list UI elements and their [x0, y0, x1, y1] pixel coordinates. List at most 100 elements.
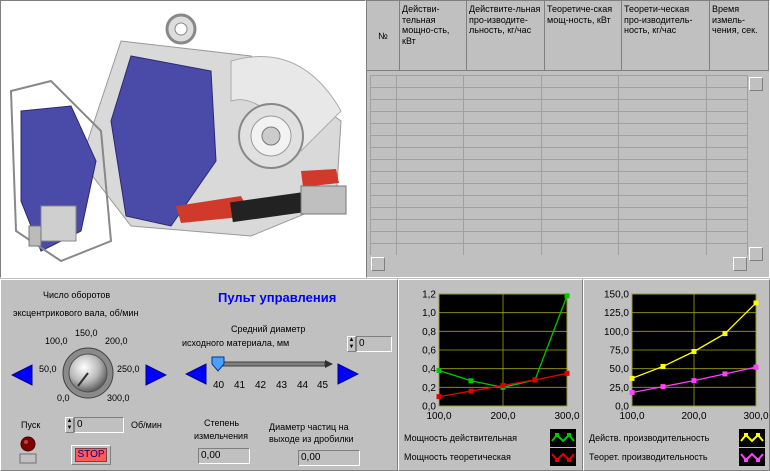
- horizontal-scrollbar[interactable]: [371, 257, 747, 271]
- rpm-spinner[interactable]: ▲ ▼: [65, 417, 74, 433]
- table-cell[interactable]: [618, 159, 708, 172]
- table-cell[interactable]: [706, 123, 748, 136]
- table-row[interactable]: [370, 135, 748, 148]
- table-cell[interactable]: [462, 75, 543, 88]
- table-cell[interactable]: [370, 75, 397, 88]
- table-cell[interactable]: [541, 147, 620, 160]
- slider-decrease-arrow[interactable]: [185, 363, 207, 385]
- table-row[interactable]: [370, 111, 748, 124]
- table-cell[interactable]: [618, 207, 708, 220]
- table-cell[interactable]: [462, 219, 543, 232]
- table-row[interactable]: [370, 231, 748, 244]
- scroll-left-button[interactable]: [371, 257, 385, 271]
- table-cell[interactable]: [395, 183, 465, 196]
- table-cell[interactable]: [541, 75, 620, 88]
- table-cell[interactable]: [370, 243, 397, 255]
- column-header-actual-productivity[interactable]: Действите-льная про-изводите-льность, кг…: [467, 1, 545, 71]
- diameter-spinner[interactable]: ▲ ▼: [347, 336, 356, 352]
- table-cell[interactable]: [462, 147, 543, 160]
- table-cell[interactable]: [395, 111, 465, 124]
- scroll-right-button[interactable]: [733, 257, 747, 271]
- table-cell[interactable]: [618, 147, 708, 160]
- table-cell[interactable]: [395, 147, 465, 160]
- table-cell[interactable]: [541, 123, 620, 136]
- knob-decrease-arrow[interactable]: [11, 364, 33, 386]
- column-header-grinding-time[interactable]: Время измель-чения, сек.: [710, 1, 769, 71]
- table-cell[interactable]: [462, 159, 543, 172]
- table-cell[interactable]: [618, 111, 708, 124]
- column-header-theoretical-productivity[interactable]: Теорети-ческая про-изводитель-ность, кг/…: [622, 1, 710, 71]
- table-row[interactable]: [370, 99, 748, 112]
- table-row[interactable]: [370, 159, 748, 172]
- rpm-knob[interactable]: [61, 346, 115, 400]
- table-cell[interactable]: [395, 219, 465, 232]
- table-cell[interactable]: [618, 171, 708, 184]
- table-row[interactable]: [370, 183, 748, 196]
- table-cell[interactable]: [541, 111, 620, 124]
- table-cell[interactable]: [462, 111, 543, 124]
- table-cell[interactable]: [462, 195, 543, 208]
- table-cell[interactable]: [395, 243, 465, 255]
- table-cell[interactable]: [462, 207, 543, 220]
- table-cell[interactable]: [541, 243, 620, 255]
- table-cell[interactable]: [618, 183, 708, 196]
- table-row[interactable]: [370, 171, 748, 184]
- column-header-actual-power[interactable]: Действи-тельная мощно-сть, кВт: [400, 1, 467, 71]
- table-row[interactable]: [370, 219, 748, 232]
- table-cell[interactable]: [370, 159, 397, 172]
- table-cell[interactable]: [618, 123, 708, 136]
- table-cell[interactable]: [541, 195, 620, 208]
- slider-thumb[interactable]: [211, 356, 225, 372]
- scroll-up-button[interactable]: [749, 77, 763, 91]
- start-indicator-lamp[interactable]: [18, 435, 38, 465]
- table-cell[interactable]: [618, 99, 708, 112]
- table-cell[interactable]: [370, 171, 397, 184]
- table-cell[interactable]: [462, 183, 543, 196]
- table-cell[interactable]: [395, 99, 465, 112]
- table-cell[interactable]: [541, 87, 620, 100]
- table-cell[interactable]: [541, 159, 620, 172]
- table-cell[interactable]: [618, 195, 708, 208]
- table-cell[interactable]: [395, 207, 465, 220]
- table-cell[interactable]: [395, 159, 465, 172]
- table-cell[interactable]: [541, 207, 620, 220]
- table-row[interactable]: [370, 87, 748, 100]
- table-cell[interactable]: [462, 123, 543, 136]
- table-cell[interactable]: [462, 135, 543, 148]
- table-cell[interactable]: [395, 231, 465, 244]
- table-cell[interactable]: [370, 123, 397, 136]
- rpm-value-field[interactable]: 0: [74, 417, 124, 433]
- table-row[interactable]: [370, 195, 748, 208]
- table-cell[interactable]: [370, 87, 397, 100]
- table-cell[interactable]: [706, 243, 748, 255]
- knob-increase-arrow[interactable]: [145, 364, 167, 386]
- table-cell[interactable]: [706, 183, 748, 196]
- table-cell[interactable]: [618, 87, 708, 100]
- results-table[interactable]: № Действи-тельная мощно-сть, кВт Действи…: [366, 0, 770, 278]
- table-cell[interactable]: [395, 123, 465, 136]
- table-cell[interactable]: [395, 135, 465, 148]
- table-cell[interactable]: [618, 231, 708, 244]
- table-cell[interactable]: [706, 75, 748, 88]
- table-cell[interactable]: [370, 219, 397, 232]
- table-cell[interactable]: [706, 135, 748, 148]
- table-cell[interactable]: [541, 171, 620, 184]
- diameter-value-field[interactable]: 0: [356, 336, 392, 352]
- table-row[interactable]: [370, 123, 748, 136]
- table-cell[interactable]: [370, 135, 397, 148]
- table-cell[interactable]: [395, 171, 465, 184]
- table-cell[interactable]: [370, 183, 397, 196]
- column-header-theoretical-power[interactable]: Теоретиче-ская мощ-ность, кВт: [545, 1, 622, 71]
- table-cell[interactable]: [541, 99, 620, 112]
- table-cell[interactable]: [395, 195, 465, 208]
- table-cell[interactable]: [541, 219, 620, 232]
- table-cell[interactable]: [618, 135, 708, 148]
- table-row[interactable]: [370, 207, 748, 220]
- table-cell[interactable]: [706, 147, 748, 160]
- table-cell[interactable]: [541, 135, 620, 148]
- table-cell[interactable]: [462, 243, 543, 255]
- table-cell[interactable]: [541, 231, 620, 244]
- table-cell[interactable]: [370, 99, 397, 112]
- diameter-slider[interactable]: [211, 356, 333, 392]
- table-cell[interactable]: [370, 231, 397, 244]
